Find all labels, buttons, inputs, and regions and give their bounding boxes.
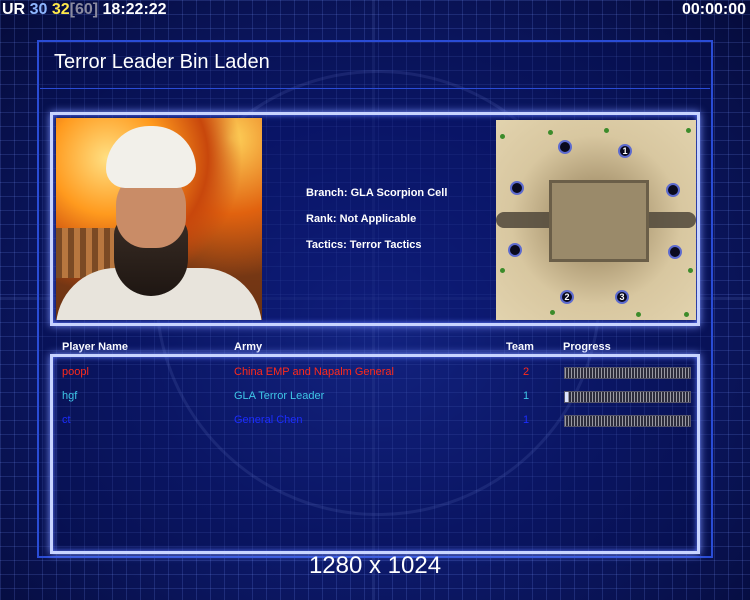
header-player-name: Player Name: [62, 341, 129, 353]
map-tree: [548, 130, 553, 135]
map-tree: [688, 268, 693, 273]
player-name: poopl: [62, 366, 89, 378]
map-start-position: 3: [615, 290, 629, 304]
hud-stats: UR 30 32[60] 18:22:22: [2, 1, 167, 19]
rank-text: Rank: Not Applicable: [306, 213, 417, 225]
player-team: 1: [523, 390, 530, 402]
map-tree: [686, 128, 691, 133]
player-team: 2: [523, 366, 530, 378]
title-divider: [40, 88, 710, 89]
resolution-label: 1280 x 1024: [308, 552, 442, 579]
map-tree: [684, 312, 689, 317]
hud-ur-label: UR: [2, 1, 26, 18]
header-team: Team: [506, 341, 534, 353]
map-tree: [604, 128, 609, 133]
player-progress-bar: [564, 367, 691, 379]
hud-timer: 00:00:00: [681, 1, 746, 18]
map-start-position: [668, 245, 682, 259]
map-start-position: [510, 181, 524, 195]
general-title: Terror Leader Bin Laden: [54, 51, 270, 73]
hud-clock: 18:22:22: [102, 1, 167, 18]
map-start-position: 2: [560, 290, 574, 304]
map-tree: [500, 134, 505, 139]
players-panel: [50, 354, 700, 554]
player-army: GLA Terror Leader: [234, 390, 325, 402]
player-name: ct: [62, 414, 71, 426]
hud-fps-limit: [60]: [69, 1, 99, 18]
map-tree: [636, 312, 641, 317]
player-army: China EMP and Napalm General: [234, 366, 394, 378]
tactics-text: Tactics: Terror Tactics: [306, 239, 422, 251]
map-start-position: 1: [618, 144, 632, 158]
general-details: Branch: GLA Scorpion Cell Rank: Not Appl…: [306, 187, 447, 265]
player-name: hgf: [62, 390, 78, 402]
branch-text: Branch: GLA Scorpion Cell: [306, 187, 448, 199]
player-row: hgf GLA Terror Leader 1: [0, 390, 750, 408]
player-row: ct General Chen 1: [0, 414, 750, 432]
map-center-compound: [549, 180, 649, 262]
map-tree: [550, 310, 555, 315]
hud-fps-current: 32: [51, 1, 70, 18]
player-progress-fill: [565, 392, 568, 402]
header-progress: Progress: [563, 341, 611, 353]
header-army: Army: [234, 341, 263, 353]
map-tree: [500, 268, 505, 273]
player-progress-bar: [564, 415, 691, 427]
player-progress-bar: [564, 391, 691, 403]
map-start-position: [508, 243, 522, 257]
player-row: poopl China EMP and Napalm General 2: [0, 366, 750, 384]
map-preview: 1 2 3: [496, 120, 696, 320]
player-team: 1: [523, 414, 530, 426]
portrait-turban: [106, 126, 196, 188]
hud-ur-value: 30: [29, 1, 48, 18]
general-portrait: [56, 118, 262, 320]
player-army: General Chen: [234, 414, 303, 426]
map-start-position: [558, 140, 572, 154]
map-start-position: [666, 183, 680, 197]
